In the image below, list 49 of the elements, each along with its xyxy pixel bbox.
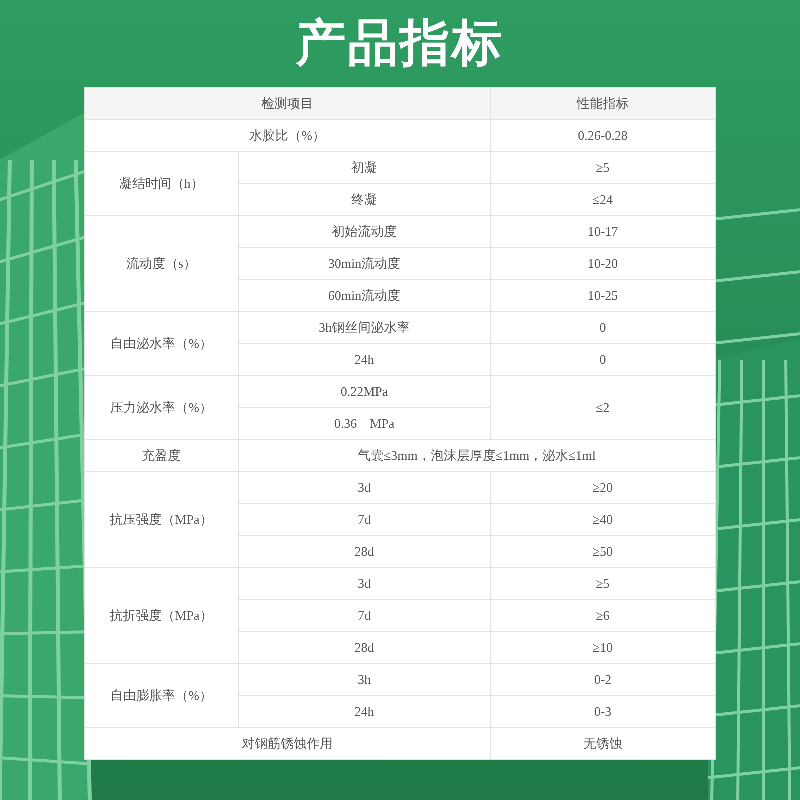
table-cell: 自由泌水率（%）	[84, 312, 238, 376]
table-cell: 0.26-0.28	[490, 120, 716, 152]
table-cell: 无锈蚀	[490, 728, 716, 760]
table-cell: 10-17	[490, 216, 716, 248]
table-cell: ≥10	[490, 632, 716, 664]
table-cell: 0	[490, 312, 716, 344]
table-cell: 初始流动度	[238, 216, 490, 248]
table-cell: ≥50	[490, 536, 716, 568]
table-cell: 0-2	[490, 664, 716, 696]
table-cell: 3h	[238, 664, 490, 696]
table-cell: 28d	[238, 632, 490, 664]
table-cell: 0	[490, 344, 716, 376]
table-cell: 24h	[238, 696, 490, 728]
table-cell: 压力泌水率（%）	[84, 376, 238, 440]
table-cell: 3d	[238, 472, 490, 504]
table-cell: 7d	[238, 600, 490, 632]
column-header: 检测项目	[84, 88, 490, 120]
table-cell: 30min流动度	[238, 248, 490, 280]
table-cell: 7d	[238, 504, 490, 536]
table-cell: 抗压强度（MPa）	[84, 472, 238, 568]
table-cell: 10-25	[490, 280, 716, 312]
table-cell: ≥40	[490, 504, 716, 536]
table-cell: 水胶比（%）	[84, 120, 490, 152]
table-cell: ≤2	[490, 376, 716, 440]
table-cell: 初凝	[238, 152, 490, 184]
table-cell: 60min流动度	[238, 280, 490, 312]
page-title: 产品指标	[296, 13, 504, 74]
table-cell: 流动度（s）	[84, 216, 238, 312]
table-cell: 终凝	[238, 184, 490, 216]
table-cell: 3d	[238, 568, 490, 600]
table-cell: 0-3	[490, 696, 716, 728]
table-cell: ≤24	[490, 184, 716, 216]
table-cell: ≥6	[490, 600, 716, 632]
table-cell: 自由膨胀率（%）	[84, 664, 238, 728]
table-cell: 3h钢丝间泌水率	[238, 312, 490, 344]
table-cell: 充盈度	[84, 440, 238, 472]
table-cell: 0.22MPa	[238, 376, 490, 408]
table-cell: 凝结时间（h）	[84, 152, 238, 216]
column-header: 性能指标	[490, 88, 716, 120]
table-cell: ≥5	[490, 568, 716, 600]
table-cell: 气囊≤3mm，泡沫层厚度≤1mm，泌水≤1ml	[238, 440, 716, 472]
table-cell: ≥20	[490, 472, 716, 504]
table-cell: 抗折强度（MPa）	[84, 568, 238, 664]
table-cell: ≥5	[490, 152, 716, 184]
table-cell: 对钢筋锈蚀作用	[84, 728, 490, 760]
table-cell: 10-20	[490, 248, 716, 280]
table-cell: 28d	[238, 536, 490, 568]
table-cell: 24h	[238, 344, 490, 376]
table-cell: 0.36 MPa	[238, 408, 490, 440]
